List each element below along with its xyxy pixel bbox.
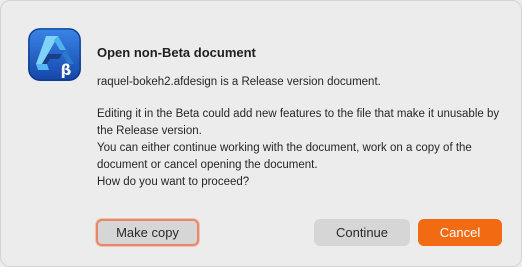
affinity-designer-beta-icon: β	[28, 28, 81, 81]
cancel-button[interactable]: Cancel	[418, 219, 502, 246]
question-text: How do you want to proceed?	[97, 176, 250, 188]
beta-badge: β	[61, 61, 72, 79]
make-copy-button[interactable]: Make copy	[96, 219, 199, 246]
continue-button[interactable]: Continue	[314, 219, 410, 246]
explanation-text: Editing it in the Beta could add new fea…	[97, 108, 500, 171]
document-status-text: raquel-bokeh2.afdesign is a Release vers…	[97, 76, 381, 88]
alert-dialog: β Open non-Beta document raquel-bokeh2.a…	[0, 0, 522, 267]
dialog-title: Open non-Beta document	[97, 45, 256, 60]
